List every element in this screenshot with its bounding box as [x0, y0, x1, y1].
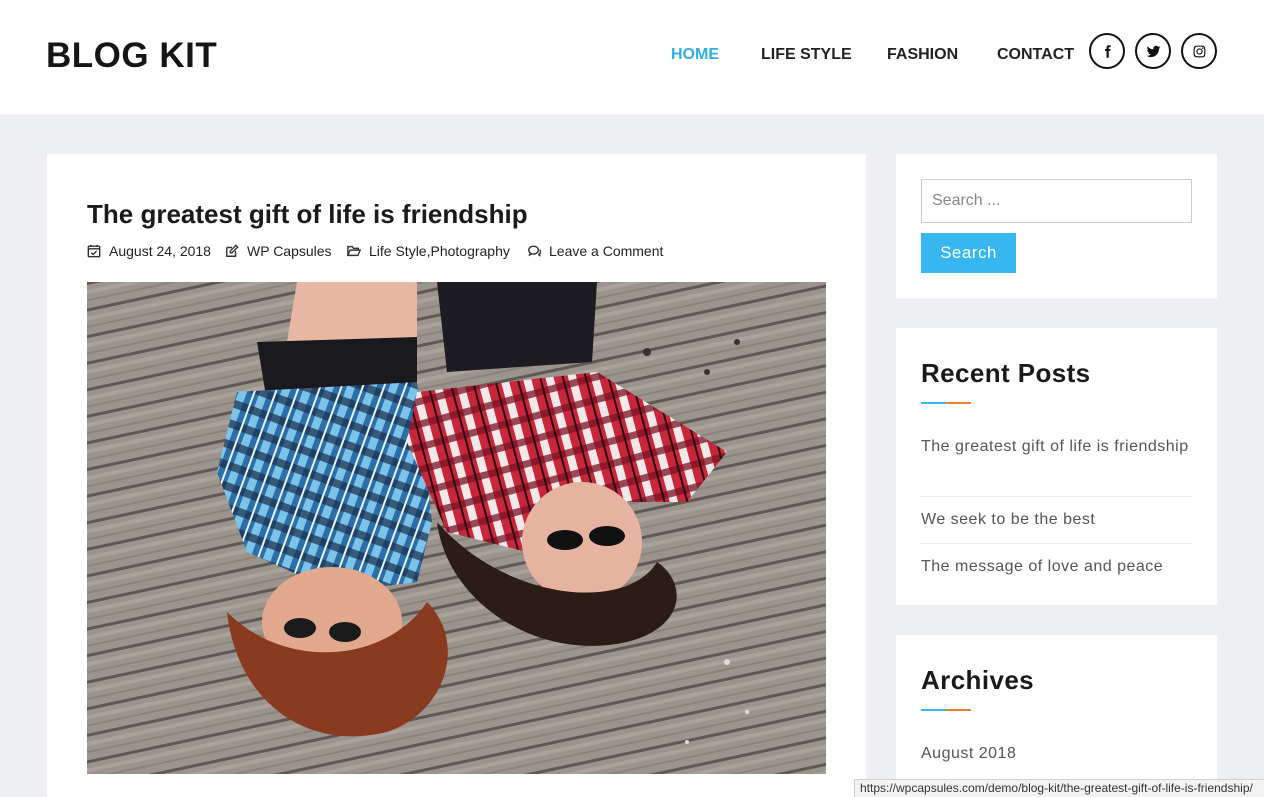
facebook-icon — [1104, 44, 1111, 58]
post-date-link[interactable]: August 24, 2018 — [109, 243, 211, 259]
featured-photo — [87, 282, 826, 774]
post-card: The greatest gift of life is friendship … — [47, 154, 866, 797]
recent-post-item[interactable]: The greatest gift of life is friendship — [921, 434, 1192, 460]
list-divider — [921, 496, 1192, 497]
nav-item-fashion[interactable]: FASHION — [887, 46, 958, 64]
calendar-icon — [87, 244, 101, 258]
category-link-photography[interactable]: Photography — [430, 243, 509, 259]
facebook-button[interactable] — [1089, 33, 1125, 69]
archive-item[interactable]: August 2018 — [921, 741, 1192, 767]
title-underline — [921, 709, 971, 711]
post-date: August 24, 2018 — [87, 243, 211, 259]
recent-post-item[interactable]: We seek to be the best — [921, 507, 1192, 533]
recent-posts-title: Recent Posts — [921, 358, 1091, 388]
main-nav: HOME LIFE STYLE FASHION CONTACT — [0, 46, 1264, 68]
search-widget: Search — [896, 154, 1217, 298]
site-header: BLOG KIT HOME LIFE STYLE FASHION CONTACT — [0, 0, 1264, 114]
nav-item-life-style[interactable]: LIFE STYLE — [761, 46, 852, 64]
featured-image[interactable] — [87, 282, 826, 774]
instagram-icon — [1193, 45, 1205, 57]
archives-widget: Archives August 2018 — [896, 635, 1217, 797]
search-input[interactable] — [921, 179, 1192, 223]
archives-title: Archives — [921, 665, 1035, 695]
recent-posts-widget: Recent Posts The greatest gift of life i… — [896, 328, 1217, 605]
browser-status-bar: https://wpcapsules.com/demo/blog-kit/the… — [854, 779, 1264, 797]
twitter-button[interactable] — [1135, 33, 1171, 69]
post-categories: Life Style, Photography — [347, 243, 510, 259]
post-author-link[interactable]: WP Capsules — [247, 243, 332, 259]
category-link-life-style[interactable]: Life Style — [369, 243, 427, 259]
search-button[interactable]: Search — [921, 233, 1016, 273]
title-underline — [921, 402, 971, 404]
nav-item-home[interactable]: HOME — [671, 46, 719, 64]
leave-comment-link[interactable]: Leave a Comment — [549, 243, 663, 259]
list-divider — [921, 543, 1192, 544]
twitter-icon — [1146, 45, 1160, 57]
comments-icon — [528, 245, 541, 257]
edit-icon — [226, 244, 239, 257]
post-comments: Leave a Comment — [527, 243, 663, 259]
nav-item-contact[interactable]: CONTACT — [997, 46, 1074, 64]
recent-post-item[interactable]: The message of love and peace — [921, 554, 1192, 580]
post-title[interactable]: The greatest gift of life is friendship — [87, 199, 528, 230]
folder-icon — [347, 245, 361, 257]
post-author: WP Capsules — [225, 243, 332, 259]
instagram-button[interactable] — [1181, 33, 1217, 69]
